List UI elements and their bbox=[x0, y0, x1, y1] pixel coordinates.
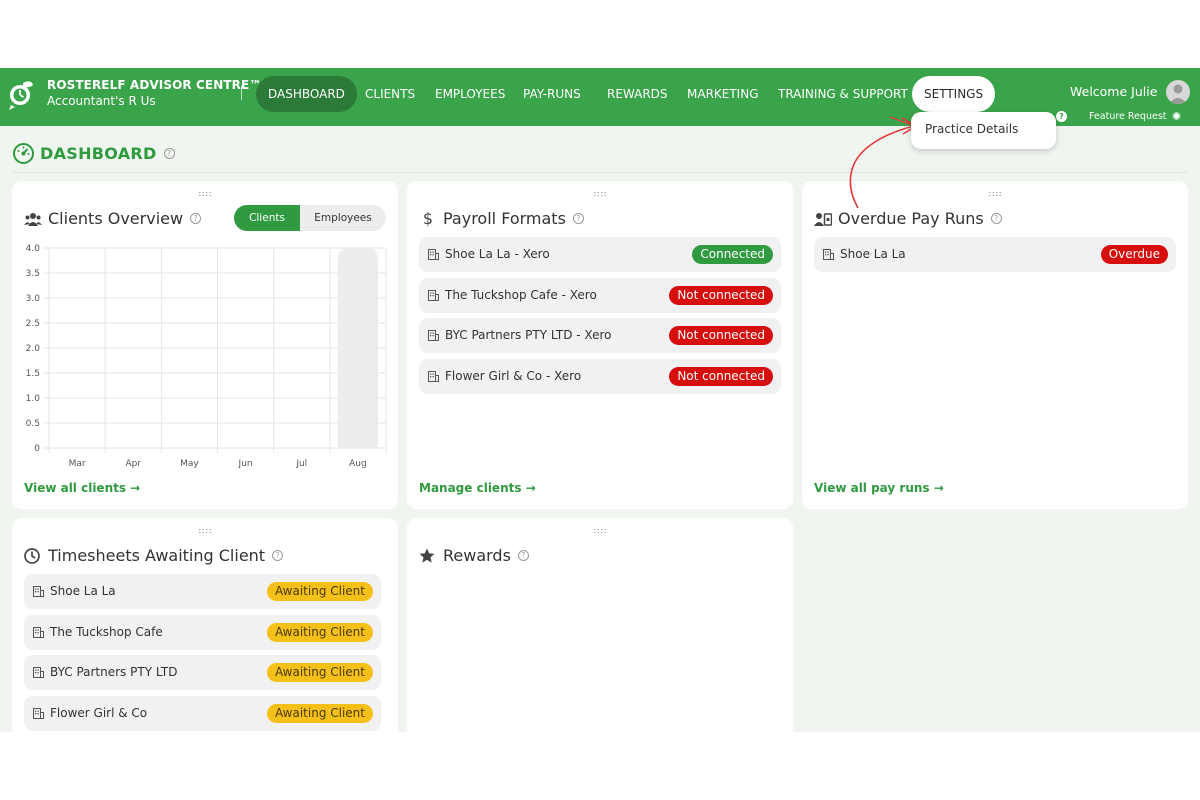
dropdown-item-practice-details[interactable]: Practice Details bbox=[925, 122, 1056, 136]
annotation-arrow-curve bbox=[849, 125, 915, 209]
settings-dropdown: Practice Details bbox=[911, 112, 1056, 149]
